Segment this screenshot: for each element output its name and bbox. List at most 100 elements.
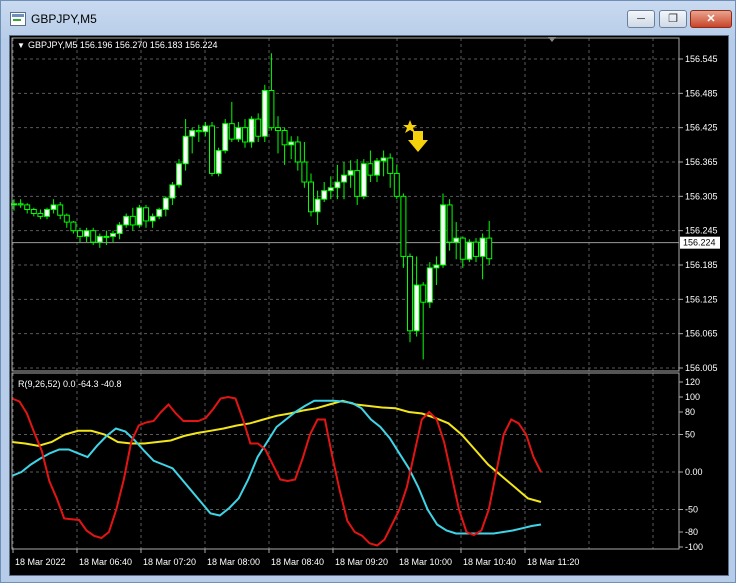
candle-body	[407, 255, 413, 332]
minimize-button[interactable]: ─	[627, 10, 655, 28]
candle-body	[37, 213, 44, 217]
candle-body	[63, 214, 70, 223]
price-tick-label: 156.305	[685, 191, 718, 201]
title-bar[interactable]: GBPJPY,M5 ─ ❐ ✕	[1, 1, 735, 35]
price-tick-label: 156.005	[685, 363, 718, 373]
candle-body	[162, 197, 169, 210]
price-tick-label: 156.485	[685, 88, 718, 98]
candle-body	[459, 237, 466, 260]
close-button[interactable]: ✕	[690, 10, 732, 28]
time-axis-label: 18 Mar 08:00	[207, 557, 260, 567]
candle-body	[374, 160, 380, 176]
candle-body	[486, 237, 493, 260]
candle-body	[453, 237, 460, 243]
candle-body	[327, 187, 334, 192]
axes: 156.545 156.485 156.425 156.365 156.305 156.2…	[11, 37, 720, 567]
candle-body	[255, 118, 262, 137]
candle-body	[182, 135, 189, 165]
candle-body	[367, 163, 374, 176]
price-tick-label: 156.065	[685, 329, 718, 339]
scroll-shift-marker-icon[interactable]	[548, 37, 556, 42]
candle-body	[294, 141, 301, 163]
restore-icon: ❐	[668, 13, 678, 25]
indicator-tick-label: 80	[685, 407, 695, 417]
chart-window-icon[interactable]	[10, 12, 26, 26]
candle-body	[347, 170, 354, 176]
candle-body	[17, 203, 24, 206]
price-tick-label: 156.545	[685, 54, 718, 64]
candle-body	[50, 204, 57, 210]
candle-body	[44, 208, 50, 217]
main-frame	[11, 37, 680, 372]
candle-body	[420, 284, 427, 303]
time-axis-label: 18 Mar 11:20	[527, 557, 579, 567]
time-axis-label: 18 Mar 07:20	[143, 557, 196, 567]
time-axis-label: 18 Mar 06:40	[79, 557, 132, 567]
window-title: GBPJPY,M5	[31, 12, 97, 26]
current-price-label: 156.224	[683, 238, 716, 248]
candle-body	[380, 157, 387, 162]
candle-body	[314, 198, 321, 213]
candle-body	[433, 264, 440, 269]
indicator-tick-label: -100	[685, 542, 703, 552]
indicator-tick-label: 50	[685, 430, 695, 440]
time-axis-label: 18 Mar 10:00	[399, 557, 452, 567]
candle-body	[281, 130, 288, 146]
candle-body	[202, 125, 209, 133]
price-chart[interactable]: 156.545 156.485 156.425 156.365 156.305 156.2…	[10, 36, 728, 575]
candle-body	[334, 181, 341, 189]
close-icon: ✕	[706, 13, 716, 25]
down-arrow-icon	[408, 131, 428, 152]
candle-body	[116, 224, 123, 235]
price-tick-label: 156.185	[685, 260, 718, 270]
candle-body	[354, 170, 361, 197]
candle-body	[321, 190, 328, 200]
candle-body	[169, 184, 176, 199]
candle-body	[235, 127, 242, 140]
time-axis-label: 18 Mar 09:20	[335, 557, 388, 567]
signal-arrow-icon	[403, 120, 428, 152]
candle-body	[360, 163, 367, 197]
candle-body	[275, 127, 281, 132]
candle-body	[57, 204, 64, 216]
price-tick-label: 156.245	[685, 226, 718, 236]
indicator-tick-label: 0.00	[685, 467, 703, 477]
candle-body	[308, 181, 314, 213]
candle-body	[96, 235, 103, 243]
candle-body	[341, 174, 347, 183]
candle-body	[195, 130, 202, 133]
indicator-label: R(9,26,52) 0.0 -64.3 -40.8	[18, 379, 122, 389]
indicator-line-cyan	[11, 399, 542, 535]
candle-body	[189, 130, 196, 137]
dropdown-triangle-icon[interactable]: ▼	[17, 41, 25, 50]
candle-body	[301, 161, 308, 183]
indicator-tick-label: 100	[685, 392, 700, 402]
candles	[11, 53, 493, 360]
chart-header-label: GBPJPY,M5 156.196 156.270 156.183 156.22…	[28, 40, 218, 50]
candle-body	[268, 89, 275, 129]
candle-body	[83, 230, 90, 237]
candle-body	[209, 125, 215, 174]
time-axis-label: 18 Mar 10:40	[463, 557, 516, 567]
candle-body	[110, 233, 116, 237]
candle-body	[156, 208, 163, 217]
candle-body	[426, 267, 433, 303]
candle-body	[176, 163, 182, 186]
indicator-tick-label: 120	[685, 377, 700, 387]
price-tick-label: 156.125	[685, 294, 718, 304]
candle-body	[129, 215, 136, 226]
restore-button[interactable]: ❐	[659, 10, 687, 28]
candle-body	[136, 207, 143, 226]
candle-body	[242, 127, 248, 143]
indicator-lines	[11, 395, 542, 547]
candle-body	[400, 195, 407, 257]
indicator-tick-label: -80	[685, 527, 698, 537]
candle-body	[30, 208, 37, 215]
chart-area[interactable]: 156.545 156.485 156.425 156.365 156.305 156.2…	[9, 35, 729, 576]
indicator-tick-label: -50	[685, 505, 698, 515]
candle-body	[440, 204, 446, 266]
candle-body	[77, 230, 83, 237]
time-axis-label: 18 Mar 08:40	[271, 557, 324, 567]
candle-body	[143, 207, 149, 222]
candle-body	[393, 172, 400, 197]
